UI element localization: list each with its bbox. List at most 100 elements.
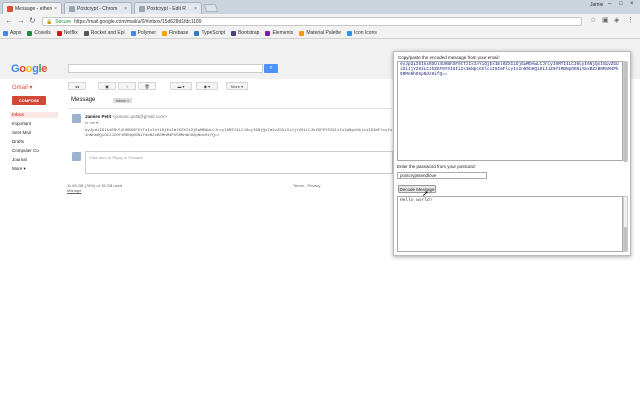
minimize-icon[interactable]: – xyxy=(608,1,611,7)
bookmark-label: TypeScript xyxy=(201,30,226,36)
bookmark-item[interactable]: Polymer xyxy=(130,30,156,36)
divider xyxy=(68,108,392,109)
manage-link[interactable]: Manage xyxy=(67,188,81,193)
bookmark-label: Firebase xyxy=(168,30,189,36)
tab-title: Message - ethereo xyxy=(15,5,52,12)
back-to-inbox-button[interactable]: ◂◂ xyxy=(68,82,86,90)
url-text: https://mail.google.com/mail/u/0/#inbox/… xyxy=(74,18,202,25)
close-window-icon[interactable]: × xyxy=(630,1,634,7)
bookmark-item[interactable]: Rocket and Epi xyxy=(83,30,125,36)
bookmark-favicon-icon xyxy=(299,30,305,36)
tab-strip: Message - ethereo × Postcrypt - Chrom × … xyxy=(0,0,640,14)
tab-postcrypt-edit[interactable]: Postcrypt - Edit R × xyxy=(134,2,202,14)
document-favicon-icon xyxy=(69,5,75,12)
sidebar-item-drafts[interactable]: Drafts xyxy=(10,139,58,145)
inbox-label-tag[interactable]: Inbox × xyxy=(113,98,133,103)
extension-icon[interactable]: ◈ xyxy=(614,16,619,26)
bookmark-favicon-icon xyxy=(27,30,33,36)
bookmark-favicon-icon xyxy=(194,30,200,36)
menu-icon[interactable]: ⋮ xyxy=(627,16,634,26)
postcrypt-popup: Copy/paste the encoded message from your… xyxy=(393,51,631,256)
sidebar-item-important[interactable]: Important xyxy=(10,121,58,127)
bookmark-favicon-icon xyxy=(347,30,353,36)
new-tab-button[interactable] xyxy=(203,4,219,12)
bookmark-label: Elements xyxy=(272,30,294,36)
search-button[interactable]: ⌕ xyxy=(264,64,278,73)
bookmark-favicon-icon xyxy=(83,30,89,36)
bookmark-item[interactable]: Firebase xyxy=(161,30,189,36)
sender-name: Jamies Petit xyxy=(85,114,112,119)
google-logo[interactable]: Google xyxy=(11,63,47,75)
ciphertext-label: Copy/paste the encoded message from your… xyxy=(398,55,500,60)
tab-message[interactable]: Message - ethereo × xyxy=(2,2,62,14)
tab-title: Postcrypt - Edit R xyxy=(147,5,186,12)
scrollbar-thumb[interactable] xyxy=(624,227,627,251)
sidebar-item-inbox[interactable]: Inbox xyxy=(10,112,58,118)
document-favicon-icon xyxy=(139,5,145,12)
bookmark-label: Coseils xyxy=(34,30,51,36)
bookmark-label: Bootstrap xyxy=(238,30,260,36)
labels-button[interactable]: ◆ ▾ xyxy=(196,82,218,90)
bookmark-favicon-icon xyxy=(231,30,237,36)
reload-icon[interactable]: ↻ xyxy=(29,16,36,26)
bookmark-apps[interactable]: Apps xyxy=(3,30,21,36)
close-icon[interactable]: × xyxy=(124,6,127,12)
star-icon[interactable]: ☆ xyxy=(590,16,596,26)
compose-button[interactable]: COMPOSE xyxy=(12,96,46,105)
sender-line: Jamies Petit <jamesc.petit@gmail.com> xyxy=(85,114,167,119)
report-spam-button[interactable]: ! xyxy=(118,82,136,90)
move-to-button[interactable]: ▬ ▾ xyxy=(170,82,192,90)
gmail-switcher[interactable]: Gmail ▾ xyxy=(12,84,32,91)
terms-privacy-link[interactable]: Terms - Privacy xyxy=(293,183,321,188)
tab-postcrypt-chrome[interactable]: Postcrypt - Chrom × xyxy=(64,2,132,14)
bookmark-item[interactable]: Elements xyxy=(265,30,293,36)
bookmark-favicon-icon xyxy=(265,30,271,36)
bookmarks-bar: Apps Coseils Netflix Rocket and Epi Poly… xyxy=(0,28,640,39)
sidebar-item-computer[interactable]: Computer Co xyxy=(10,148,58,154)
profile-name[interactable]: Jamie xyxy=(590,2,603,8)
close-icon[interactable]: × xyxy=(54,6,57,12)
decode-message-button[interactable]: Decode Message xyxy=(398,185,436,193)
archive-button[interactable]: ▣ xyxy=(98,82,116,90)
forward-icon[interactable]: → xyxy=(17,16,25,26)
sidebar-item-more[interactable]: More ▾ xyxy=(10,166,58,172)
avatar xyxy=(72,114,81,123)
scrollbar-thumb[interactable] xyxy=(624,62,627,162)
bookmark-label: Rocket and Epi xyxy=(90,30,125,36)
bookmark-item[interactable]: TypeScript xyxy=(194,30,225,36)
secure-label: Secure xyxy=(55,18,72,25)
bookmark-item[interactable]: Netflix xyxy=(56,30,78,36)
ciphertext-textarea[interactable]: eyJpdiI6IkxRSUl4UHBhSF9tTzIsInYiOjEsIml0… xyxy=(397,61,623,161)
sender-email: <jamesc.petit@gmail.com> xyxy=(112,114,167,119)
bookmark-item[interactable]: Bootstrap xyxy=(231,30,259,36)
bookmark-item[interactable]: Coseils xyxy=(27,30,51,36)
bookmark-favicon-icon xyxy=(130,30,136,36)
reply-box[interactable]: Click here to Reply or Forward xyxy=(85,151,393,174)
more-button[interactable]: More ▾ xyxy=(226,82,248,90)
back-icon[interactable]: ← xyxy=(5,16,13,26)
avatar xyxy=(72,152,81,161)
password-label: Enter the password from your postcard: xyxy=(397,164,476,169)
lock-icon: 🔒 xyxy=(46,18,53,25)
close-icon[interactable]: × xyxy=(194,6,197,12)
scrollbar[interactable] xyxy=(623,196,628,252)
bookmark-item[interactable]: Icon Icons xyxy=(347,30,377,36)
bookmark-item[interactable]: Material Palette xyxy=(299,30,341,36)
sidebar-item-journal[interactable]: Journal xyxy=(10,157,58,163)
email-body: eyJpdiI6IkxRSUl4UHBhSF9tTzIsInYiOjEsIml0… xyxy=(85,129,393,138)
sidebar-item-sent[interactable]: Sent Mail xyxy=(10,130,58,136)
scrollbar[interactable] xyxy=(623,61,628,162)
extension-icon[interactable]: ▣ xyxy=(602,16,609,26)
gmail-favicon-icon xyxy=(7,5,13,12)
bookmark-label: Icon Icons xyxy=(354,30,377,36)
tab-title: Postcrypt - Chrom xyxy=(77,5,118,12)
delete-button[interactable]: 🗑 xyxy=(138,82,156,90)
plaintext-output[interactable]: Hello world! xyxy=(397,196,623,252)
search-icon: ⌕ xyxy=(269,65,273,71)
maximize-icon[interactable]: □ xyxy=(619,1,623,7)
password-input[interactable]: postcryptsendlove xyxy=(397,172,487,179)
search-input[interactable] xyxy=(68,64,263,73)
bookmark-label: Apps xyxy=(10,30,22,36)
address-bar[interactable]: 🔒 Secure https://mail.google.com/mail/u/… xyxy=(42,17,582,26)
recipient-toggle[interactable]: to me ▾ xyxy=(85,120,98,125)
